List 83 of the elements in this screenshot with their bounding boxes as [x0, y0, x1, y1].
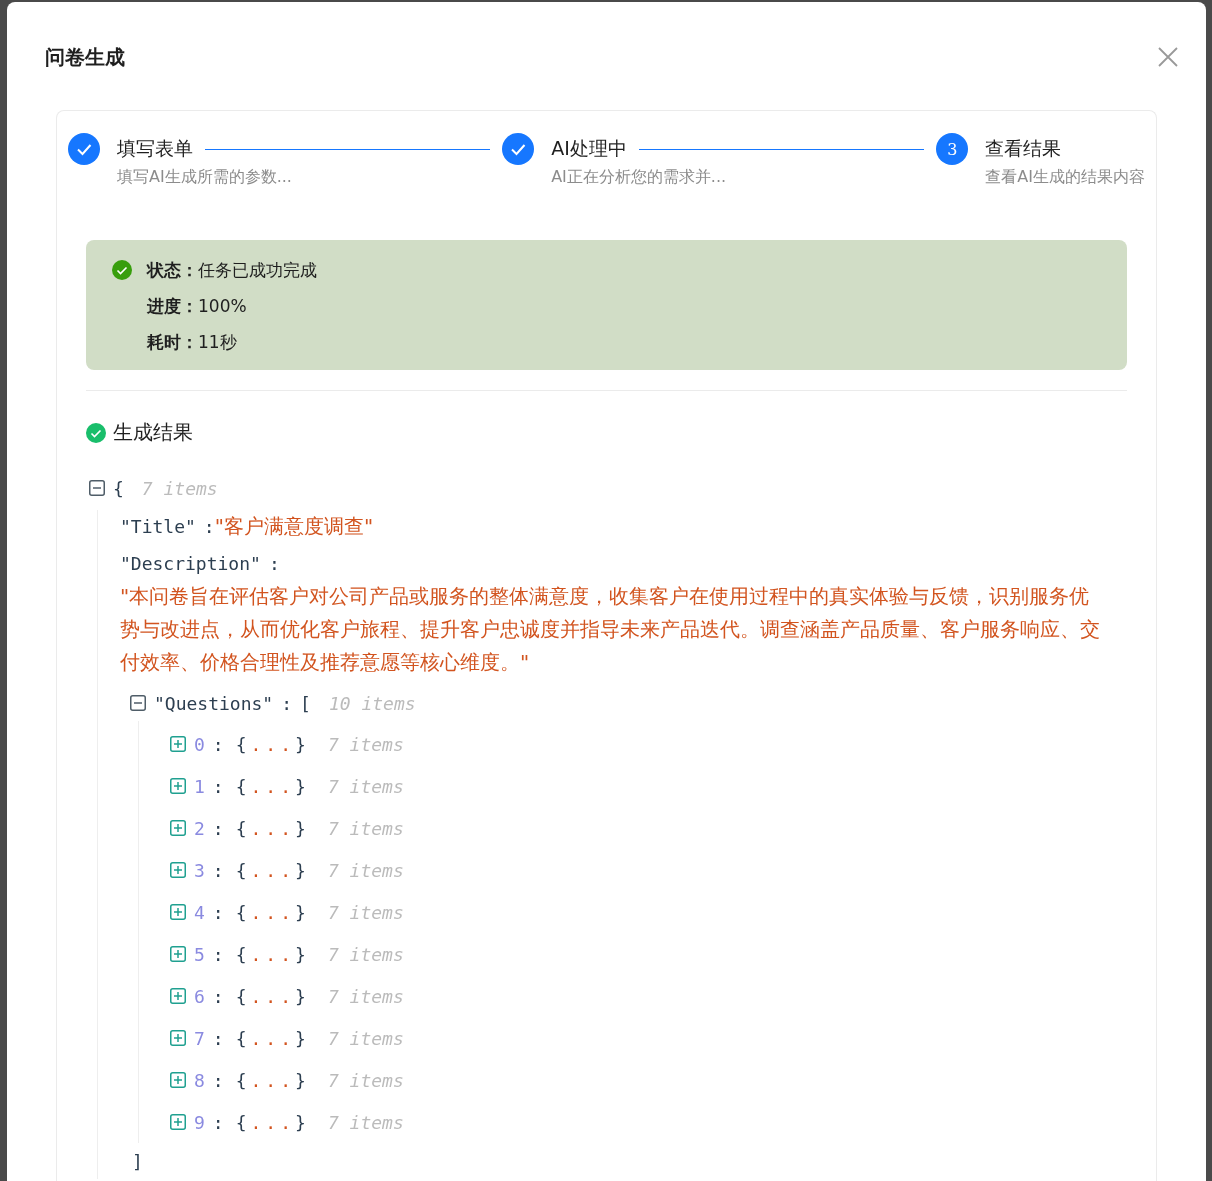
collapsed-preview[interactable]: {...}: [235, 733, 310, 755]
result-heading: 生成结果: [113, 419, 193, 446]
expand-icon[interactable]: [170, 862, 186, 878]
colon: :: [281, 692, 293, 714]
item-count: 7 items: [327, 817, 404, 839]
status-value: 100%: [198, 296, 247, 316]
collapsed-preview[interactable]: {...}: [235, 943, 310, 965]
array-index: 5: [194, 943, 205, 965]
colon: :: [212, 775, 224, 797]
item-count: 7 items: [327, 901, 404, 923]
colon: :: [268, 553, 280, 574]
item-count: 7 items: [327, 775, 404, 797]
success-icon: [86, 422, 106, 443]
step-description: 填写AI生成所需的参数...: [117, 167, 293, 188]
item-count: 7 items: [327, 859, 404, 881]
colon: :: [212, 901, 224, 923]
item-count: 7 items: [327, 1111, 404, 1133]
expand-icon[interactable]: [170, 1072, 186, 1088]
array-index: 7: [194, 1027, 205, 1049]
item-count: 10 items: [328, 692, 416, 714]
json-string: "客户满意度调查": [214, 513, 374, 540]
colon: :: [212, 1069, 224, 1091]
colon: :: [212, 985, 224, 1007]
colon: :: [212, 1027, 224, 1049]
collapse-icon[interactable]: [89, 480, 105, 496]
step-title: 填写表单: [117, 136, 193, 161]
item-count: 7 items: [327, 1069, 404, 1091]
open-bracket: [: [300, 692, 311, 714]
status-value: 11秒: [198, 330, 237, 354]
close-bracket: ]: [132, 1150, 143, 1172]
collapsed-preview[interactable]: {...}: [235, 775, 310, 797]
colon: :: [212, 943, 224, 965]
expand-icon[interactable]: [170, 736, 186, 752]
array-index: 9: [194, 1111, 205, 1133]
close-icon[interactable]: [1157, 46, 1179, 68]
step-description: 查看AI生成的结果内容: [985, 167, 1145, 188]
step-title: AI处理中: [551, 136, 627, 161]
step-description: AI正在分析您的需求并...: [551, 167, 728, 188]
success-icon: [112, 260, 132, 280]
expand-icon[interactable]: [170, 1030, 186, 1046]
collapse-icon[interactable]: [130, 695, 146, 711]
item-count: 7 items: [327, 985, 404, 1007]
colon: :: [212, 733, 224, 755]
item-count: 7 items: [141, 477, 218, 499]
array-index: 8: [194, 1069, 205, 1091]
item-count: 7 items: [327, 733, 404, 755]
colon: :: [212, 859, 224, 881]
expand-icon[interactable]: [170, 1114, 186, 1130]
collapsed-preview[interactable]: {...}: [235, 985, 310, 1007]
array-index: 3: [194, 859, 205, 881]
status-value: 任务已成功完成: [198, 258, 317, 282]
expand-icon[interactable]: [170, 946, 186, 962]
collapsed-preview[interactable]: {...}: [235, 901, 310, 923]
status-label: 状态：: [147, 258, 198, 282]
step-title: 查看结果: [985, 136, 1062, 161]
status-label: 进度：: [147, 294, 198, 318]
array-index: 4: [194, 901, 205, 923]
colon: :: [212, 1111, 224, 1133]
item-count: 7 items: [327, 943, 404, 965]
array-index: 0: [194, 733, 205, 755]
collapsed-preview[interactable]: {...}: [235, 1069, 310, 1091]
expand-icon[interactable]: [170, 904, 186, 920]
dialog-title: 问卷生成: [45, 44, 125, 71]
json-string: "本问卷旨在评估客户对公司产品或服务的整体满意度，收集客户在使用过程中的真实体验与反馈，识别服务优势与改进点，从而优化客户旅程、提升客户忠诚度并指导未来产品迭代。调查涵盖产品质量、客户服务响应、交付效率、价格合理性及推荐意愿等核心维度。": [120, 583, 1101, 676]
colon: :: [203, 516, 215, 537]
open-brace: {: [113, 477, 124, 499]
colon: :: [212, 817, 224, 839]
json-key: "Title": [120, 516, 196, 537]
array-index: 2: [194, 817, 205, 839]
step-number-icon: 3: [936, 133, 969, 165]
collapsed-preview[interactable]: {...}: [235, 1111, 310, 1133]
array-index: 1: [194, 775, 205, 797]
collapsed-preview[interactable]: {...}: [235, 817, 310, 839]
status-label: 耗时：: [147, 330, 198, 354]
collapsed-preview[interactable]: {...}: [235, 859, 310, 881]
array-index: 6: [194, 985, 205, 1007]
json-key: "Questions": [154, 692, 274, 714]
expand-icon[interactable]: [170, 820, 186, 836]
expand-icon[interactable]: [170, 778, 186, 794]
expand-icon[interactable]: [170, 988, 186, 1004]
item-count: 7 items: [327, 1027, 404, 1049]
json-key: "Description": [120, 553, 261, 574]
collapsed-preview[interactable]: {...}: [235, 1027, 310, 1049]
